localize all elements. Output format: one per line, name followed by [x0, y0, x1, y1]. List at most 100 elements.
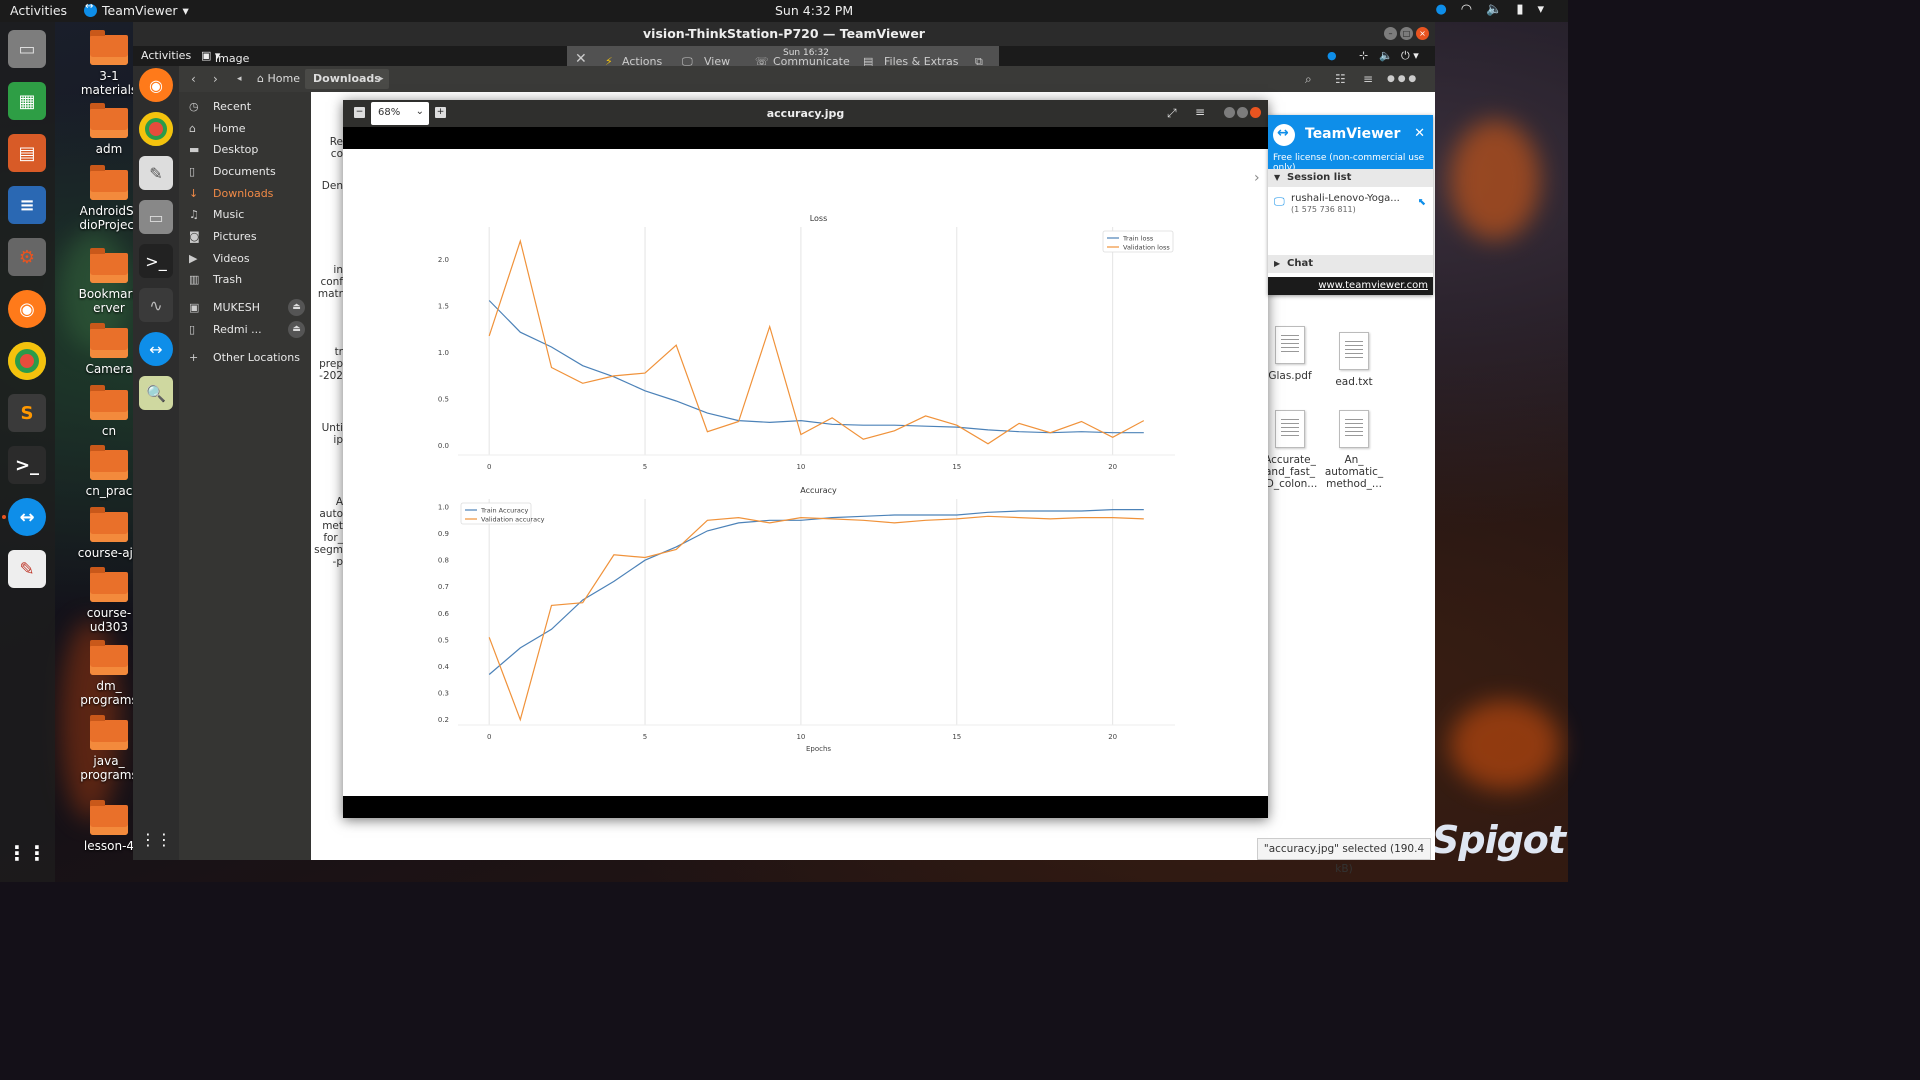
legend-label: Validation loss	[1123, 244, 1170, 252]
teamviewer-link[interactable]: www.teamviewer.com	[1268, 277, 1433, 295]
sidebar-item-label: Music	[213, 208, 245, 221]
document-icon	[1275, 326, 1305, 364]
files-drawer-icon[interactable]: ▭	[8, 30, 46, 68]
viewer-window-controls	[1224, 107, 1261, 118]
file-item[interactable]: Re co	[305, 136, 343, 160]
image-viewer-window: − 68% ⌄ + accuracy.jpg ⤢ ≡ 0 5 10 15 20 0.0 0.…	[343, 100, 1268, 818]
remote-activities-button[interactable]: Activities	[141, 49, 191, 62]
fullscreen-icon[interactable]: ⤢	[1167, 106, 1177, 121]
text-editor-icon[interactable]: ✎	[139, 156, 173, 190]
writer-icon[interactable]: ≡	[8, 186, 46, 224]
sublime-icon[interactable]: S	[8, 394, 46, 432]
file-item[interactable]: ead.txt	[1321, 332, 1387, 388]
remote-clock: Sun 16:32	[783, 48, 829, 58]
sidebar-item-other-locations[interactable]: + Other Locations	[179, 347, 311, 368]
sidebar-item-redmi[interactable]: ▯ Redmi ... ⏏	[179, 319, 311, 340]
breadcrumb-right-icon[interactable]: ▸	[379, 74, 384, 84]
sidebar-item-mukesh[interactable]: ▣ MUKESH ⏏	[179, 297, 311, 318]
breadcrumb-left-icon[interactable]: ◂	[237, 74, 242, 84]
teamviewer-dock-icon[interactable]: ↔	[8, 498, 46, 536]
sidebar-item-pictures[interactable]: ◙ Pictures	[179, 226, 311, 247]
teamviewer-tray-icon[interactable]: ●	[1435, 2, 1446, 17]
document-viewer-icon[interactable]: ✎	[8, 550, 46, 588]
menu-icon[interactable]: ≡	[1363, 72, 1373, 86]
forward-icon[interactable]: ›	[213, 72, 218, 86]
sidebar-item-music[interactable]: ♫ Music	[179, 204, 311, 225]
close-button[interactable]: ×	[1416, 27, 1429, 40]
y-tick-label: 1.5	[438, 303, 449, 311]
minimize-button[interactable]: –	[1384, 27, 1397, 40]
breadcrumb-home[interactable]: ⌂ Home	[249, 69, 308, 89]
viewer-maximize-button[interactable]	[1237, 107, 1248, 118]
terminal-icon[interactable]: >_	[139, 244, 173, 278]
viewer-close-button[interactable]	[1250, 107, 1261, 118]
eject-icon[interactable]: ⏏	[288, 299, 305, 316]
sidebar-item-label: Videos	[213, 252, 250, 265]
app-menu[interactable]: TeamViewer ▾	[84, 1, 189, 18]
file-item[interactable]: tr prep -202	[305, 346, 343, 382]
firefox-icon[interactable]: ◉	[8, 290, 46, 328]
files-window-controls[interactable]: ● ● ●	[1387, 74, 1416, 84]
file-item[interactable]: Unti ip	[305, 422, 343, 446]
sidebar-item-downloads[interactable]: ↓ Downloads	[179, 183, 311, 204]
chrome-icon[interactable]	[139, 112, 173, 146]
x-tick-label: 15	[952, 463, 961, 471]
session-item[interactable]: rushali-Lenovo-Yoga... (1 575 736 811)	[1291, 193, 1400, 215]
image-viewer-icon[interactable]: 🔍	[139, 376, 173, 410]
spreadsheet-icon[interactable]: ▦	[8, 82, 46, 120]
folder-icon	[90, 640, 128, 675]
sidebar-item-videos[interactable]: ▶ Videos	[179, 248, 311, 269]
remote-power-icon[interactable]: ⏻ ▾	[1401, 49, 1419, 63]
files-drawer-icon[interactable]: ▭	[139, 200, 173, 234]
sidebar-item-trash[interactable]: ▥ Trash	[179, 269, 311, 290]
sidebar-item-label: MUKESH	[213, 301, 260, 314]
clock[interactable]: Sun 4:32 PM	[775, 3, 853, 18]
wallpaper-spigot-text: Spigot	[1432, 818, 1566, 862]
show-applications-icon[interactable]: ⋮⋮	[139, 822, 173, 856]
breadcrumb-downloads[interactable]: Downloads	[305, 69, 389, 89]
close-session-icon[interactable]: ✕	[575, 51, 587, 67]
file-label: A auto met for_ segm -p	[314, 496, 343, 568]
remote-app-menu[interactable]: ▣ Image Viewer ▾	[201, 49, 252, 78]
view-toggle-icon[interactable]: ☷	[1335, 72, 1346, 86]
show-applications-icon[interactable]: ⋮⋮	[7, 834, 47, 872]
sidebar-item-recent[interactable]: ◷ Recent	[179, 96, 311, 117]
folder-icon	[90, 248, 128, 283]
chat-label: Chat	[1287, 258, 1313, 269]
legend-label: Train loss	[1122, 235, 1154, 243]
folder-icon	[90, 715, 128, 750]
activities-button[interactable]: Activities	[10, 3, 67, 18]
power-menu-icon: ▾	[1537, 2, 1544, 17]
next-image-icon[interactable]: ›	[1254, 170, 1260, 186]
presentation-icon[interactable]: ▤	[8, 134, 46, 172]
maximize-button[interactable]: □	[1400, 27, 1413, 40]
file-item[interactable]: A auto met for_ segm -p	[305, 496, 343, 568]
remote-teamviewer-tray-icon[interactable]: ●	[1327, 49, 1337, 62]
close-icon[interactable]: ✕	[1414, 126, 1425, 141]
viewer-minimize-button[interactable]	[1224, 107, 1235, 118]
chrome-icon[interactable]	[8, 342, 46, 380]
system-tray[interactable]: ● ◠ 🔈 ▮ ▾	[1435, 2, 1544, 17]
file-item[interactable]: in conf matr	[305, 264, 343, 300]
file-item[interactable]: Den	[305, 180, 343, 192]
sidebar-item-documents[interactable]: ▯ Documents	[179, 161, 311, 182]
eject-icon[interactable]: ⏏	[288, 321, 305, 338]
x-tick-label: 20	[1108, 463, 1117, 471]
x-tick-label: 10	[796, 733, 805, 741]
legend-label: Train Accuracy	[480, 507, 528, 515]
terminal-icon[interactable]: >_	[8, 446, 46, 484]
file-item[interactable]: An_ automatic_ method_...	[1321, 410, 1387, 490]
files-sidebar: ◷ Recent ⌂ Home ▬ Desktop ▯ Documents ↓ Downloads…	[179, 92, 311, 860]
back-icon[interactable]: ‹	[191, 72, 196, 86]
sidebar-item-label: Home	[213, 122, 246, 135]
session-list-header[interactable]: ▼ Session list	[1268, 169, 1433, 187]
firefox-icon[interactable]: ◉	[139, 68, 173, 102]
sidebar-item-home[interactable]: ⌂ Home	[179, 118, 311, 139]
settings-icon[interactable]: ⚙	[8, 238, 46, 276]
sidebar-item-desktop[interactable]: ▬ Desktop	[179, 139, 311, 160]
chat-header[interactable]: ▶ Chat	[1268, 255, 1433, 273]
search-icon[interactable]: ⌕	[1305, 72, 1312, 87]
system-monitor-icon[interactable]: ∿	[139, 288, 173, 322]
viewer-menu-icon[interactable]: ≡	[1195, 105, 1205, 119]
teamviewer-dock-icon[interactable]: ↔	[139, 332, 173, 366]
